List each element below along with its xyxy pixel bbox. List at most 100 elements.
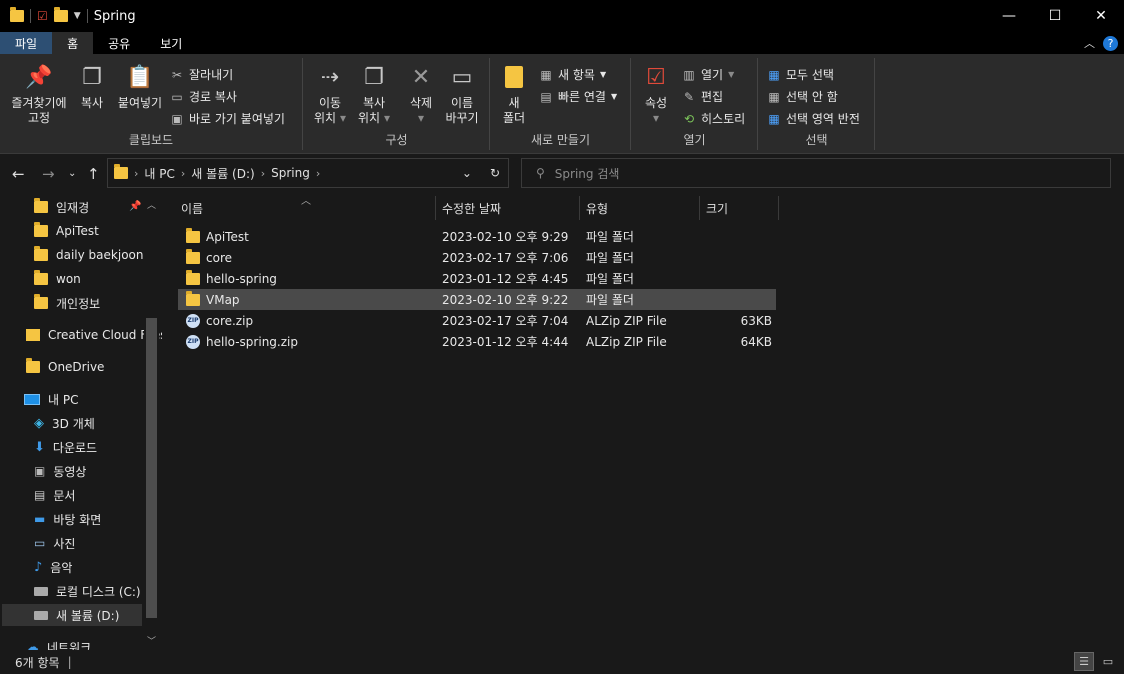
- customize-qat-chevron-icon[interactable]: ▼: [74, 11, 81, 21]
- recent-locations-chevron-icon[interactable]: ⌄: [68, 168, 76, 179]
- open-button[interactable]: ▥ 열기 ▼: [682, 66, 734, 83]
- new-folder-qat-icon[interactable]: [53, 7, 68, 22]
- back-arrow-icon[interactable]: ←: [12, 165, 25, 183]
- select-none-button[interactable]: ▦ 선택 안 함: [767, 88, 837, 105]
- copy-path-button[interactable]: ▭ 경로 복사: [170, 88, 237, 105]
- collapse-ribbon-chevron-icon[interactable]: ︿: [1084, 35, 1095, 51]
- properties-qat-icon[interactable]: ☑: [37, 9, 48, 23]
- paste-shortcut-button[interactable]: ▣ 바로 가기 붙여넣기: [170, 110, 285, 127]
- nav-item-this-pc[interactable]: 내 PC: [24, 388, 78, 410]
- copy-button[interactable]: ❐ 복사: [76, 62, 108, 111]
- tab-home[interactable]: 홈: [52, 32, 94, 54]
- help-icon[interactable]: ?: [1103, 35, 1118, 51]
- nav-item-documents[interactable]: ▤ 문서: [34, 484, 75, 506]
- nav-item-3d-objects[interactable]: ◈ 3D 개체: [34, 412, 95, 434]
- invert-selection-button[interactable]: ▦ 선택 영역 반전: [767, 110, 860, 127]
- open-dropdown-chevron-icon: ▼: [728, 70, 735, 79]
- nav-item-music[interactable]: ♪ 음악: [34, 556, 72, 578]
- folder-icon: [186, 227, 200, 243]
- address-bar[interactable]: › 내 PC › 새 볼륨 (D:) › Spring › ⌄ ↻: [107, 158, 509, 188]
- copy-to-icon: ❐: [364, 64, 384, 90]
- easy-access-button[interactable]: ▤ 빠른 연결 ▼: [539, 88, 617, 105]
- folder-icon: [34, 222, 48, 237]
- column-header-date[interactable]: 수정한 날짜: [436, 196, 580, 220]
- rename-button[interactable]: ▭ 이름 바꾸기: [442, 62, 482, 126]
- copy-to-button[interactable]: ❐ 복사 위치 ▾: [354, 62, 394, 126]
- pin-to-quick-access-button[interactable]: 📌 즐겨찾기에 고정: [6, 62, 72, 126]
- select-all-button[interactable]: ▦ 모두 선택: [767, 66, 834, 83]
- nav-item-quick-0[interactable]: 임재경: [34, 196, 89, 218]
- nav-item-volume-d[interactable]: 새 볼륨 (D:): [2, 604, 142, 626]
- address-dropdown-chevron-icon[interactable]: ⌄: [462, 166, 472, 180]
- large-icons-view-icon[interactable]: ▭: [1098, 652, 1118, 671]
- chevron-right-icon[interactable]: ›: [134, 167, 138, 180]
- forward-arrow-icon[interactable]: →: [42, 165, 55, 183]
- breadcrumb-this-pc[interactable]: 내 PC: [144, 165, 174, 182]
- rename-icon: ▭: [451, 64, 473, 90]
- tab-view[interactable]: 보기: [145, 32, 197, 54]
- file-row[interactable]: ApiTest 2023-02-10 오후 9:29 파일 폴더: [178, 226, 776, 247]
- file-row-selected[interactable]: VMap 2023-02-10 오후 9:22 파일 폴더: [178, 289, 776, 310]
- scroll-thumb[interactable]: [146, 318, 157, 618]
- invert-selection-icon: ▦: [768, 111, 780, 126]
- file-list: ︿ 이름 수정한 날짜 유형 크기 ApiTest 2023-02-10 오후 …: [163, 196, 1124, 650]
- nav-item-quick-1[interactable]: ApiTest: [34, 220, 99, 242]
- pin-icon[interactable]: 📌: [129, 201, 141, 212]
- picture-icon: ▭: [34, 536, 46, 550]
- nav-item-videos[interactable]: ▣ 동영상: [34, 460, 86, 482]
- edit-button[interactable]: ✎ 편집: [682, 88, 723, 105]
- new-item-button[interactable]: ▦ 새 항목 ▼: [539, 66, 606, 83]
- nav-item-onedrive[interactable]: OneDrive: [26, 356, 104, 378]
- column-header-type[interactable]: 유형: [580, 196, 700, 220]
- column-header-size[interactable]: 크기: [700, 196, 779, 220]
- delete-button[interactable]: ✕ 삭제 ▾: [404, 62, 438, 126]
- file-row[interactable]: ZIP core.zip 2023-02-17 오후 7:04 ALZip ZIP…: [178, 310, 776, 331]
- quick-access-toolbar: ☑ ▼: [0, 7, 88, 23]
- nav-item-quick-3[interactable]: won: [34, 268, 81, 290]
- chevron-right-icon[interactable]: ›: [181, 167, 185, 180]
- nav-item-quick-2[interactable]: daily baekjoon: [34, 244, 143, 266]
- column-header-name[interactable]: 이름: [175, 196, 436, 220]
- tab-share[interactable]: 공유: [93, 32, 145, 54]
- history-icon: ⟲: [683, 111, 695, 126]
- scroll-down-icon[interactable]: ﹀: [147, 634, 156, 647]
- desktop-icon: ▬: [34, 512, 46, 526]
- properties-button[interactable]: ☑ 속성 ▾: [638, 62, 674, 126]
- up-arrow-icon[interactable]: ↑: [87, 165, 100, 183]
- file-row[interactable]: hello-spring 2023-01-12 오후 4:45 파일 폴더: [178, 268, 776, 289]
- tab-file[interactable]: 파일: [0, 32, 53, 54]
- paste-icon: 📋: [126, 64, 154, 90]
- search-input[interactable]: ⚲ Spring 검색: [521, 158, 1111, 188]
- maximize-icon[interactable]: ☐: [1032, 0, 1078, 32]
- nav-scrollbar[interactable]: ︿ ﹀: [144, 196, 159, 650]
- breadcrumb-drive-d[interactable]: 새 볼륨 (D:): [191, 165, 254, 182]
- cut-button[interactable]: ✂ 잘라내기: [170, 66, 233, 83]
- move-to-button[interactable]: ⇢ 이동 위치 ▾: [310, 62, 350, 126]
- history-button[interactable]: ⟲ 히스토리: [682, 110, 745, 127]
- easy-access-dropdown-chevron-icon: ▼: [610, 92, 618, 101]
- file-row[interactable]: core 2023-02-17 오후 7:06 파일 폴더: [178, 247, 776, 268]
- select-all-icon: ▦: [768, 67, 780, 82]
- minimize-icon[interactable]: —: [986, 0, 1032, 32]
- organize-group-label: 구성: [385, 133, 408, 147]
- easy-access-icon: ▤: [540, 89, 552, 104]
- paste-button[interactable]: 📋 붙여넣기: [114, 62, 166, 111]
- nav-item-quick-4[interactable]: 개인정보: [34, 292, 100, 314]
- new-folder-button[interactable]: 새 폴더: [497, 62, 531, 126]
- close-icon[interactable]: ✕: [1078, 0, 1124, 32]
- nav-item-downloads[interactable]: ⬇ 다운로드: [34, 436, 97, 458]
- nav-item-local-disk-c[interactable]: 로컬 디스크 (C:): [34, 580, 141, 602]
- nav-item-pictures[interactable]: ▭ 사진: [34, 532, 75, 554]
- nav-item-desktop[interactable]: ▬ 바탕 화면: [34, 508, 101, 530]
- details-view-icon[interactable]: ☰: [1074, 652, 1094, 671]
- scroll-up-icon[interactable]: ︿: [147, 198, 156, 211]
- refresh-icon[interactable]: ↻: [490, 166, 500, 180]
- new-folder-icon: [499, 62, 529, 92]
- breadcrumb-spring[interactable]: Spring: [271, 166, 310, 180]
- chevron-right-icon[interactable]: ›: [261, 167, 265, 180]
- file-row[interactable]: ZIP hello-spring.zip 2023-01-12 오후 4:44 A…: [178, 331, 776, 352]
- nav-item-network[interactable]: ☁ 네트워크: [26, 636, 91, 651]
- download-icon: ⬇: [34, 439, 45, 455]
- chevron-right-icon[interactable]: ›: [316, 167, 320, 180]
- nav-item-creative-cloud[interactable]: Creative Cloud Files: [26, 324, 162, 346]
